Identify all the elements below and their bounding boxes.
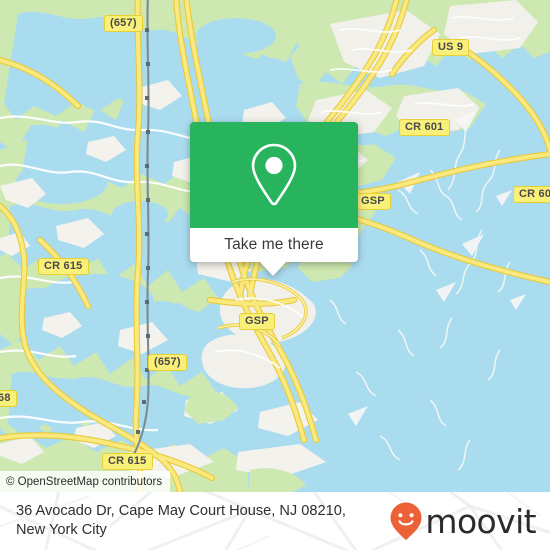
- moovit-map-share-card: (657) US 9 CR 601 CR 601 GSP CR 615 GSP (657) 68…: [0, 0, 550, 550]
- road-shield-cr-615-lower: CR 615: [102, 453, 153, 470]
- road-shield-us-9: US 9: [432, 39, 470, 56]
- attribution-text: © OpenStreetMap contributors: [6, 475, 163, 488]
- moovit-wordmark: moovit: [425, 501, 536, 541]
- map-canvas[interactable]: (657) US 9 CR 601 CR 601 GSP CR 615 GSP (657) 68…: [0, 0, 550, 492]
- road-shield-657-south: (657): [148, 354, 187, 371]
- road-shield-gsp-upper: GSP: [355, 193, 391, 210]
- address-line-2: New York City: [16, 522, 107, 538]
- callout-icon-area: [190, 122, 358, 228]
- take-me-there-button[interactable]: Take me there: [190, 228, 358, 262]
- road-shield-cr-668-clipped: 68: [0, 390, 17, 407]
- destination-address: 36 Avocado Dr, Cape May Court House, NJ …: [16, 502, 346, 540]
- destination-callout-card[interactable]: Take me there: [190, 122, 358, 276]
- road-shield-657-north: (657): [104, 15, 143, 32]
- road-shield-cr-601-upper: CR 601: [399, 119, 450, 136]
- footer-bar: 36 Avocado Dr, Cape May Court House, NJ …: [0, 492, 550, 550]
- moovit-brand[interactable]: moovit: [389, 501, 537, 541]
- take-me-there-label: Take me there: [224, 236, 324, 253]
- road-shield-cr-615-upper: CR 615: [38, 258, 89, 275]
- road-shield-cr-601-right: CR 601: [513, 186, 550, 203]
- map-attribution[interactable]: © OpenStreetMap contributors: [0, 471, 171, 492]
- road-shield-gsp-lower: GSP: [239, 313, 275, 330]
- callout-pointer-tail: [260, 262, 286, 276]
- map-pin-icon: [251, 143, 297, 206]
- address-line-1: 36 Avocado Dr, Cape May Court House, NJ …: [16, 503, 346, 519]
- moovit-smiley-pin-icon: [390, 502, 422, 540]
- footer-content: 36 Avocado Dr, Cape May Court House, NJ …: [0, 492, 550, 550]
